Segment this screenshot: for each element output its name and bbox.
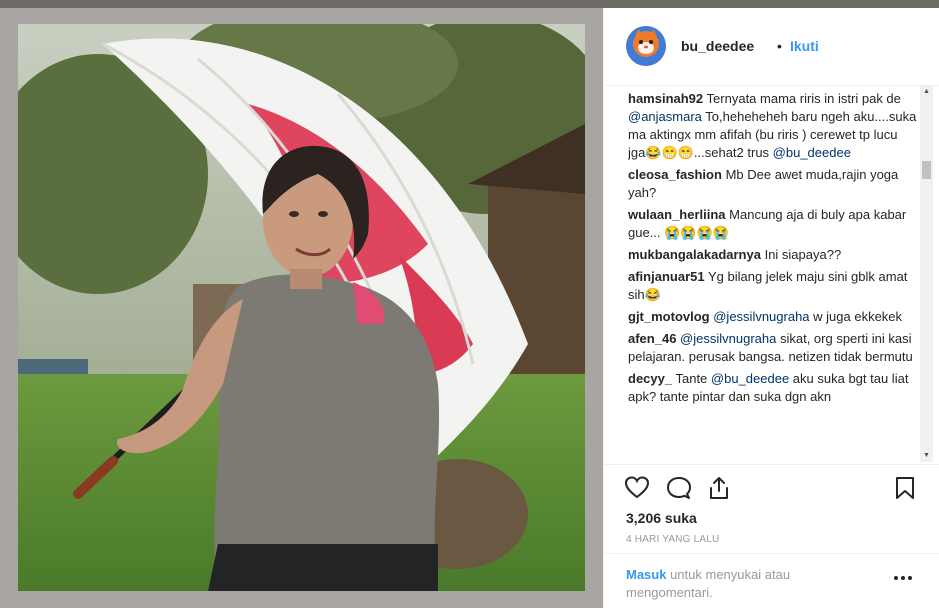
- post-image-area: [0, 8, 603, 608]
- avatar-image: [626, 26, 666, 66]
- post-timestamp[interactable]: 4 HARI YANG LALU: [626, 534, 719, 545]
- post-photo: [18, 24, 585, 591]
- comment-item: afen_46 @jessilvnugraha sikat, org spert…: [628, 330, 918, 366]
- comment-username[interactable]: mukbangalakadarnya: [628, 247, 761, 262]
- comment-text: Tante: [675, 371, 711, 386]
- more-options-icon[interactable]: [891, 572, 915, 584]
- comment-mention-link[interactable]: @jessilvnugraha: [713, 309, 809, 324]
- comment-text: w juga ekkekek: [809, 309, 903, 324]
- comment-mention-link[interactable]: @anjasmara: [628, 109, 702, 124]
- share-icon[interactable]: [706, 475, 732, 501]
- follow-button[interactable]: Ikuti: [790, 38, 819, 54]
- comment-mention-link[interactable]: @jessilvnugraha: [680, 331, 776, 346]
- post-side-panel: bu_deedee • Ikuti hamsinah92 Ternyata ma…: [603, 8, 939, 608]
- heart-icon[interactable]: [624, 475, 650, 501]
- comment-item: cleosa_fashion Mb Dee awet muda,rajin yo…: [628, 166, 918, 202]
- login-link[interactable]: Masuk: [626, 567, 666, 582]
- comment-text: Ini siapaya??: [764, 247, 842, 262]
- scroll-thumb[interactable]: [922, 161, 931, 179]
- comment-username[interactable]: afinjanuar51: [628, 269, 705, 284]
- post-header: bu_deedee • Ikuti: [604, 8, 939, 86]
- comment-username[interactable]: wulaan_herliina: [628, 207, 726, 222]
- comment-icon[interactable]: [666, 475, 692, 501]
- comment-item: mukbangalakadarnya Ini siapaya??: [628, 246, 918, 264]
- comment-username[interactable]: decyy_: [628, 371, 672, 386]
- comment-item: wulaan_herliina Mancung aja di buly apa …: [628, 206, 918, 242]
- comment-item: gjt_motovlog @jessilvnugraha w juga ekke…: [628, 308, 918, 326]
- scroll-up-arrow-icon[interactable]: ▲: [920, 86, 933, 98]
- login-prompt-bar: Masuk untuk menyukai atau mengomentari.: [604, 553, 939, 608]
- avatar[interactable]: [626, 26, 666, 66]
- comment-username[interactable]: cleosa_fashion: [628, 167, 722, 182]
- photo-illustration: [18, 24, 585, 591]
- comment-username[interactable]: hamsinah92: [628, 91, 703, 106]
- comments-list: hamsinah92 Ternyata mama riris in istri …: [628, 90, 918, 462]
- login-prompt: Masuk untuk menyukai atau mengomentari.: [626, 566, 836, 602]
- comments-scrollbar[interactable]: ▲ ▼: [920, 86, 933, 462]
- action-bar: [604, 464, 939, 508]
- comment-username[interactable]: afen_46: [628, 331, 676, 346]
- bookmark-icon[interactable]: [892, 475, 918, 501]
- separator-dot: •: [777, 38, 782, 54]
- comment-text: Ternyata mama riris in istri pak de: [706, 91, 901, 106]
- like-count[interactable]: 3,206 suka: [626, 510, 697, 526]
- comment-username[interactable]: gjt_motovlog: [628, 309, 710, 324]
- comment-mention-link[interactable]: @bu_deedee: [773, 145, 851, 160]
- comment-item: afinjanuar51 Yg bilang jelek maju sini g…: [628, 268, 918, 304]
- top-strip: [0, 0, 939, 8]
- post-username[interactable]: bu_deedee: [681, 38, 754, 54]
- scroll-down-arrow-icon[interactable]: ▼: [920, 450, 933, 462]
- comment-mention-link[interactable]: @bu_deedee: [711, 371, 789, 386]
- comment-item: hamsinah92 Ternyata mama riris in istri …: [628, 90, 918, 162]
- comment-item: decyy_ Tante @bu_deedee aku suka bgt tau…: [628, 370, 918, 406]
